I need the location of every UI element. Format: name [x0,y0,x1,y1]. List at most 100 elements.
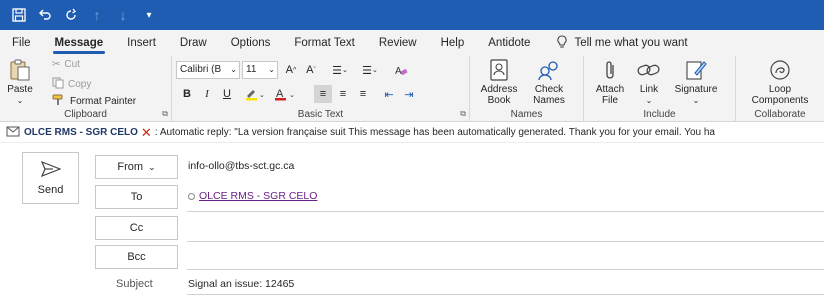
send-label: Send [37,183,64,196]
cut-button[interactable]: ✂ Cut [52,59,80,70]
tab-message[interactable]: Message [43,30,116,56]
tab-file[interactable]: File [0,30,43,56]
font-color-icon[interactable]: A ⌄ [272,85,298,103]
chevron-down-icon: ⌄ [148,161,156,172]
dialog-launcher-icon[interactable]: ⧉ [162,109,168,119]
save-icon[interactable] [8,4,30,26]
cc-field[interactable] [187,241,824,242]
bullets-icon[interactable]: ☰ ⌄ [326,61,354,79]
bcc-field[interactable] [187,269,824,270]
loop-label-2: Components [751,95,809,106]
chevron-down-icon: ⌄ [692,96,700,105]
paste-button[interactable]: Paste ⌄ [4,58,36,106]
undo-icon[interactable] [34,4,56,26]
subject-label: Subject [116,278,153,290]
recipient-name: OLCE RMS - SGR CELO [24,127,138,138]
scissors-icon: ✂ [52,59,61,70]
address-book-label-1: Address [480,84,518,95]
svg-text:A: A [395,66,402,76]
address-book-button[interactable]: Address Book [476,58,522,106]
tab-format-text[interactable]: Format Text [282,30,367,56]
include-group-label: Include [643,109,676,120]
font-name-select[interactable]: Calibri (B ⌄ [176,61,240,79]
to-field[interactable]: OLCE RMS - SGR CELO [188,190,317,202]
from-button[interactable]: From ⌄ [95,155,178,179]
tab-antidote[interactable]: Antidote [476,30,542,56]
align-left-icon[interactable]: ≡ [314,85,332,103]
up-arrow-icon[interactable]: ↑ [86,4,108,26]
redo-icon[interactable] [60,4,82,26]
attach-file-label-1: Attach [595,84,625,95]
copy-label: Copy [68,79,92,90]
signature-button[interactable]: Signature ⌄ [668,58,724,106]
tab-review[interactable]: Review [367,30,429,56]
customize-icon[interactable]: ▾ [138,4,160,26]
tab-options[interactable]: Options [219,30,283,56]
lightbulb-icon [556,34,568,52]
align-center-icon[interactable]: ≡ [334,85,352,103]
tell-me-search[interactable]: Tell me what you want [542,34,688,52]
copy-icon [52,77,64,92]
shrink-font-icon[interactable]: Aˇ [302,61,320,79]
check-names-label-2: Names [533,95,565,106]
subject-input[interactable]: Signal an issue: 12465 [188,278,294,290]
font-name-value: Calibri (B [180,64,222,75]
mail-tips-icon [6,126,20,140]
signature-icon [683,58,709,82]
remove-recipient-icon[interactable]: ✕ [141,125,152,141]
clear-formatting-icon[interactable]: A [392,61,410,79]
chevron-down-icon: ⌄ [16,96,24,105]
to-button[interactable]: To [95,185,178,209]
link-button[interactable]: Link ⌄ [634,58,664,106]
chevron-down-icon: ⌄ [230,65,237,74]
paperclip-icon [597,58,623,82]
chevron-down-icon: ⌄ [645,96,653,105]
loop-components-button[interactable]: Loop Components [742,58,818,106]
loop-label-1: Loop [768,84,792,95]
check-names-button[interactable]: Check Names [526,58,572,106]
bold-button[interactable]: B [178,85,196,103]
basic-text-group-label: Basic Text [297,109,344,120]
bcc-button[interactable]: Bcc [95,245,178,269]
ribbon: Paste ⌄ ✂ Cut Copy Format Painter Clipbo… [0,56,824,122]
numbering-icon[interactable]: ☰ ⌄ [356,61,384,79]
underline-button[interactable]: U [218,85,236,103]
copy-button[interactable]: Copy [52,77,91,92]
increase-indent-icon[interactable]: ⇥ [400,85,418,103]
collaborate-group-label: Collaborate [754,109,806,120]
to-underline [187,211,824,212]
send-button[interactable]: Send [22,152,79,204]
svg-text:⌄: ⌄ [289,92,295,99]
font-size-value: 11 [246,64,257,75]
tab-draw[interactable]: Draw [168,30,219,56]
loop-icon [767,58,793,82]
paste-label: Paste [7,84,33,95]
tab-help[interactable]: Help [429,30,477,56]
signature-label: Signature [674,84,718,95]
clipboard-group-label: Clipboard [64,109,107,120]
send-icon [40,160,62,180]
highlight-color-icon[interactable]: ⌄ [242,85,268,103]
clipboard-icon [7,58,33,82]
tab-insert[interactable]: Insert [115,30,168,56]
paintbrush-icon [52,94,66,109]
italic-button[interactable]: I [198,85,216,103]
down-arrow-icon[interactable]: ↓ [112,4,134,26]
decrease-indent-icon[interactable]: ⇤ [380,85,398,103]
from-label: From [117,161,144,173]
cc-button[interactable]: Cc [95,216,178,240]
attach-file-button[interactable]: Attach File [592,58,628,106]
subject-underline [187,294,824,295]
align-right-icon[interactable]: ≡ [354,85,372,103]
include-group: Attach File Link ⌄ Signature ⌄ Include [584,56,736,122]
dialog-launcher-icon[interactable]: ⧉ [460,109,466,119]
title-bar: ↑ ↓ ▾ [0,0,824,30]
attach-file-label-2: File [601,95,619,106]
font-size-select[interactable]: 11 ⌄ [242,61,278,79]
cut-label: Cut [64,59,80,70]
clipboard-group: Paste ⌄ ✂ Cut Copy Format Painter Clipbo… [0,56,172,122]
tell-me-text: Tell me what you want [574,37,688,49]
grow-font-icon[interactable]: A ^ [282,61,300,79]
recipient-chip[interactable]: OLCE RMS - SGR CELO [199,190,317,202]
format-painter-button[interactable]: Format Painter [52,94,136,109]
